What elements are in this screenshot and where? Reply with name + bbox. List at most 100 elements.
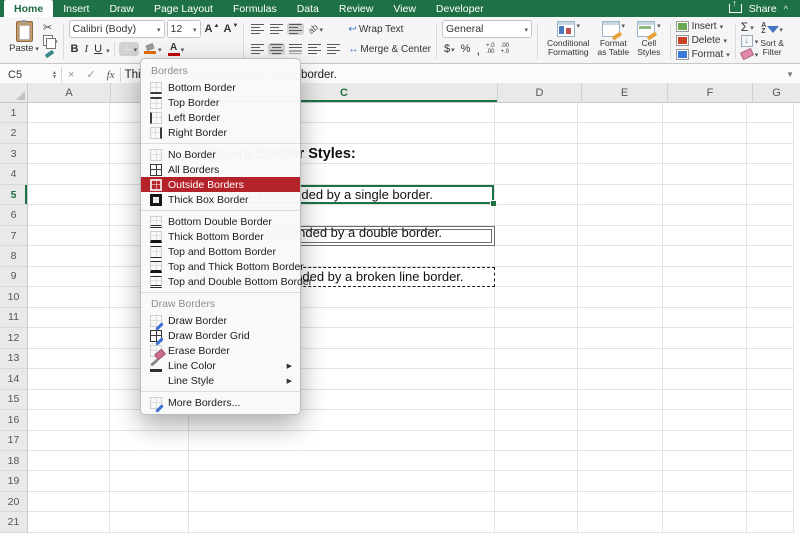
row-header-19[interactable]: 19 — [0, 471, 28, 492]
row-header-17[interactable]: 17 — [0, 430, 28, 451]
cell-A18[interactable] — [28, 450, 110, 472]
cell-B19[interactable] — [110, 471, 189, 492]
row-header-10[interactable]: 10 — [0, 287, 28, 308]
menu-item-top-and-thick-bottom-border[interactable]: Top and Thick Bottom Border — [141, 259, 304, 274]
cell-F17[interactable] — [663, 430, 747, 451]
cell-E6[interactable] — [578, 205, 663, 226]
row-header-13[interactable]: 13 — [0, 348, 28, 370]
cell-G14[interactable] — [747, 369, 794, 390]
cell-F19[interactable] — [663, 471, 747, 492]
fill-color-button[interactable] — [141, 42, 164, 56]
tab-developer[interactable]: Developer — [426, 0, 494, 17]
menu-item-top-and-double-bottom-border[interactable]: Top and Double Bottom Border — [141, 274, 312, 289]
cell-D7[interactable] — [495, 225, 578, 247]
cell-D2[interactable] — [495, 123, 578, 144]
menu-item-bottom-double-border[interactable]: Bottom Double Border — [141, 214, 300, 229]
column-header-d[interactable]: D — [498, 83, 582, 103]
increase-indent-button[interactable] — [325, 43, 342, 55]
row-header-11[interactable]: 11 — [0, 307, 28, 329]
cell-D3[interactable] — [495, 143, 578, 165]
font-size-select[interactable]: 12 — [166, 20, 201, 38]
sort-filter-button[interactable]: AZ Sort & Filter — [758, 19, 786, 63]
column-header-e[interactable]: E — [582, 83, 668, 103]
menu-item-left-border[interactable]: Left Border — [141, 110, 300, 125]
paste-button[interactable]: Paste — [7, 19, 41, 63]
cell-D11[interactable] — [495, 307, 578, 329]
cell-F6[interactable] — [663, 205, 747, 226]
cell-G16[interactable] — [747, 410, 794, 431]
menu-item-line-color[interactable]: Line Color ▶ — [141, 358, 300, 373]
cell-A5[interactable] — [28, 184, 110, 206]
cell-E17[interactable] — [578, 430, 663, 451]
row-header-8[interactable]: 8 — [0, 246, 28, 267]
cell-F3[interactable] — [663, 143, 747, 165]
cell-F10[interactable] — [663, 287, 747, 308]
cancel-button[interactable]: × — [62, 69, 80, 81]
insert-cells-button[interactable]: Insert — [675, 20, 730, 34]
grow-font-button[interactable]: A ▲ — [203, 22, 220, 36]
cell-A9[interactable] — [28, 266, 110, 288]
cell-G11[interactable] — [747, 307, 794, 329]
cell-A15[interactable] — [28, 389, 110, 411]
align-middle-button[interactable] — [268, 23, 285, 35]
align-bottom-button[interactable] — [287, 23, 305, 35]
menu-item-draw-border[interactable]: Draw Border — [141, 313, 300, 331]
cell-styles-button[interactable]: Cell Styles — [633, 19, 665, 63]
format-cells-button[interactable]: Format — [675, 47, 730, 61]
row-header-20[interactable]: 20 — [0, 491, 28, 513]
currency-button[interactable]: $ — [442, 42, 457, 56]
cell-B18[interactable] — [110, 450, 189, 472]
cell-E15[interactable] — [578, 389, 663, 411]
delete-cells-button[interactable]: Delete — [675, 34, 730, 48]
cell-F8[interactable] — [663, 246, 747, 267]
menu-item-bottom-border[interactable]: Bottom Border — [141, 80, 300, 95]
column-header-a[interactable]: A — [28, 83, 111, 103]
cell-B21[interactable] — [110, 512, 189, 533]
cell-D13[interactable] — [495, 348, 578, 370]
cell-D21[interactable] — [495, 512, 578, 533]
cell-D6[interactable] — [495, 205, 578, 226]
tab-page-layout[interactable]: Page Layout — [144, 0, 223, 17]
cell-G18[interactable] — [747, 450, 794, 472]
cell-D14[interactable] — [495, 369, 578, 390]
underline-dropdown-icon[interactable] — [106, 40, 110, 58]
name-box[interactable]: C5 — [0, 69, 48, 81]
cell-G21[interactable] — [747, 512, 794, 533]
row-header-21[interactable]: 21 — [0, 512, 28, 533]
column-header-f[interactable]: F — [668, 83, 753, 103]
cell-G9[interactable] — [747, 266, 794, 288]
tab-view[interactable]: View — [383, 0, 426, 17]
cell-F2[interactable] — [663, 123, 747, 144]
tab-insert[interactable]: Insert — [53, 0, 99, 17]
row-header-14[interactable]: 14 — [0, 369, 28, 390]
cell-D5[interactable] — [495, 184, 578, 206]
cell-F11[interactable] — [663, 307, 747, 329]
merge-center-button[interactable]: ↔ Merge & Center — [348, 39, 431, 59]
align-right-button[interactable] — [287, 43, 304, 55]
clear-button[interactable] — [739, 48, 759, 62]
row-header-9[interactable]: 9 — [0, 266, 28, 288]
cell-F18[interactable] — [663, 450, 747, 472]
cell-D9[interactable] — [495, 266, 578, 288]
cell-G13[interactable] — [747, 348, 794, 370]
cell-A3[interactable] — [28, 143, 110, 165]
copy-button[interactable] — [43, 34, 58, 49]
cell-E7[interactable] — [578, 225, 663, 247]
menu-item-more-borders[interactable]: More Borders... — [141, 395, 300, 413]
cell-E16[interactable] — [578, 410, 663, 431]
row-header-18[interactable]: 18 — [0, 450, 28, 472]
tab-data[interactable]: Data — [287, 0, 329, 17]
cell-D17[interactable] — [495, 430, 578, 451]
decrease-indent-button[interactable] — [306, 43, 323, 55]
cell-E12[interactable] — [578, 328, 663, 349]
cell-F4[interactable] — [663, 164, 747, 185]
number-format-select[interactable]: General — [442, 20, 533, 38]
cell-D1[interactable] — [495, 103, 578, 124]
cell-G5[interactable] — [747, 184, 794, 206]
cell-F9[interactable] — [663, 266, 747, 288]
row-header-7[interactable]: 7 — [0, 225, 28, 247]
cell-F12[interactable] — [663, 328, 747, 349]
underline-button[interactable]: U — [92, 42, 104, 56]
menu-item-top-border[interactable]: Top Border — [141, 95, 300, 110]
cell-E14[interactable] — [578, 369, 663, 390]
